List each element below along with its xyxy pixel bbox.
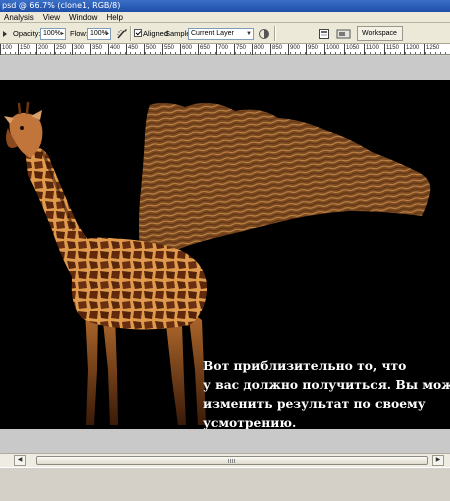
options-separator <box>274 26 275 41</box>
flow-dropdown-icon[interactable]: ▸ <box>106 29 109 39</box>
scroll-grip-icon <box>228 459 236 463</box>
options-separator <box>130 26 131 41</box>
chevron-down-icon[interactable]: ▼ <box>246 29 252 39</box>
ruler-tick: 450 <box>125 44 139 55</box>
cloned-texture-area <box>139 102 431 260</box>
ruler-tick: 600 <box>179 44 193 55</box>
menu-bar: Analysis View Window Help <box>0 12 450 23</box>
sample-value: Current Layer <box>191 30 234 37</box>
scroll-right-button[interactable]: ▶ <box>432 455 444 466</box>
opacity-label: Opacity: <box>13 29 41 38</box>
window-title-bar: psd @ 66.7% (clone1, RGB/8) <box>0 0 450 12</box>
clone-source-icon[interactable] <box>318 28 330 40</box>
tool-options-bar: Opacity: 100% ▸ Flow: 100% ▸ Aligned Sam… <box>0 23 450 50</box>
airbrush-icon[interactable] <box>116 28 128 40</box>
chevron-left-icon: ◀ <box>17 457 23 463</box>
pasteboard-bottom <box>0 429 450 453</box>
chevron-right-icon: ▶ <box>435 457 441 463</box>
caption-line: изменить результат по своему <box>203 396 426 411</box>
workspace-label: Workspace <box>362 30 397 37</box>
scroll-left-button[interactable]: ◀ <box>14 455 26 466</box>
sample-select[interactable]: Current Layer ▼ <box>188 28 254 40</box>
ruler-tick: 1150 <box>384 44 399 55</box>
menu-item-window[interactable]: Window <box>65 12 102 22</box>
workspace-button[interactable]: Workspace ▼ <box>357 26 403 50</box>
ruler-tick: 900 <box>287 44 301 55</box>
ruler-tick: 150 <box>17 44 31 55</box>
ruler-tick: 950 <box>305 44 319 55</box>
ruler-tick: 550 <box>161 44 175 55</box>
ruler-tick: 200 <box>35 44 49 55</box>
status-area <box>0 467 450 501</box>
menu-item-analysis[interactable]: Analysis <box>0 12 39 22</box>
ruler-tick: 1050 <box>343 44 360 55</box>
ruler-tick: 400 <box>107 44 121 55</box>
ruler-tick: 700 <box>215 44 229 55</box>
ruler-tick: 1250 <box>423 44 440 55</box>
ruler-tick: 850 <box>269 44 283 55</box>
menu-item-view[interactable]: View <box>39 12 65 22</box>
ruler-tick: 350 <box>89 44 103 55</box>
brush-options-icon[interactable] <box>1 28 9 40</box>
ignore-adjustment-icon[interactable] <box>258 28 270 40</box>
flow-field[interactable]: 100% ▸ <box>87 28 111 40</box>
opacity-field[interactable]: 100% ▸ <box>40 28 66 40</box>
document-layout-icon[interactable] <box>336 28 352 40</box>
ruler-tick: 500 <box>143 44 157 55</box>
flow-label: Flow: <box>70 29 88 38</box>
ruler-tick: 650 <box>197 44 211 55</box>
ruler-tick: 300 <box>71 44 85 55</box>
scroll-thumb[interactable] <box>36 456 428 465</box>
ruler-tick: 800 <box>251 44 265 55</box>
caption-line: Вот приблизительно то, что <box>203 358 407 373</box>
ruler-tick: 1100 <box>364 44 379 55</box>
opacity-dropdown-icon[interactable]: ▸ <box>61 29 64 39</box>
document-canvas[interactable]: Вот приблизительно то, что у вас должно … <box>0 80 450 429</box>
caption-line: у вас должно получиться. Вы можете <box>203 377 450 392</box>
ruler-tick: 750 <box>233 44 247 55</box>
caption-line: усмотрению. <box>203 415 297 429</box>
pasteboard-top <box>0 56 450 80</box>
ruler-tick: 1200 <box>403 44 420 55</box>
ruler-tick: 1000 <box>323 44 340 55</box>
horizontal-scrollbar[interactable]: ◀ ▶ <box>0 453 450 467</box>
ruler-tick: 250 <box>53 44 67 55</box>
ruler-tick: 100 <box>0 44 13 55</box>
menu-item-help[interactable]: Help <box>102 12 127 22</box>
tutorial-caption: Вот приблизительно то, что у вас должно … <box>203 356 450 429</box>
horizontal-ruler: 100 150 200 250 300 350 400 450 500 550 … <box>0 44 450 55</box>
opacity-value: 100% <box>43 30 61 37</box>
window-title: psd @ 66.7% (clone1, RGB/8) <box>2 1 121 10</box>
aligned-checkbox[interactable] <box>134 29 142 37</box>
